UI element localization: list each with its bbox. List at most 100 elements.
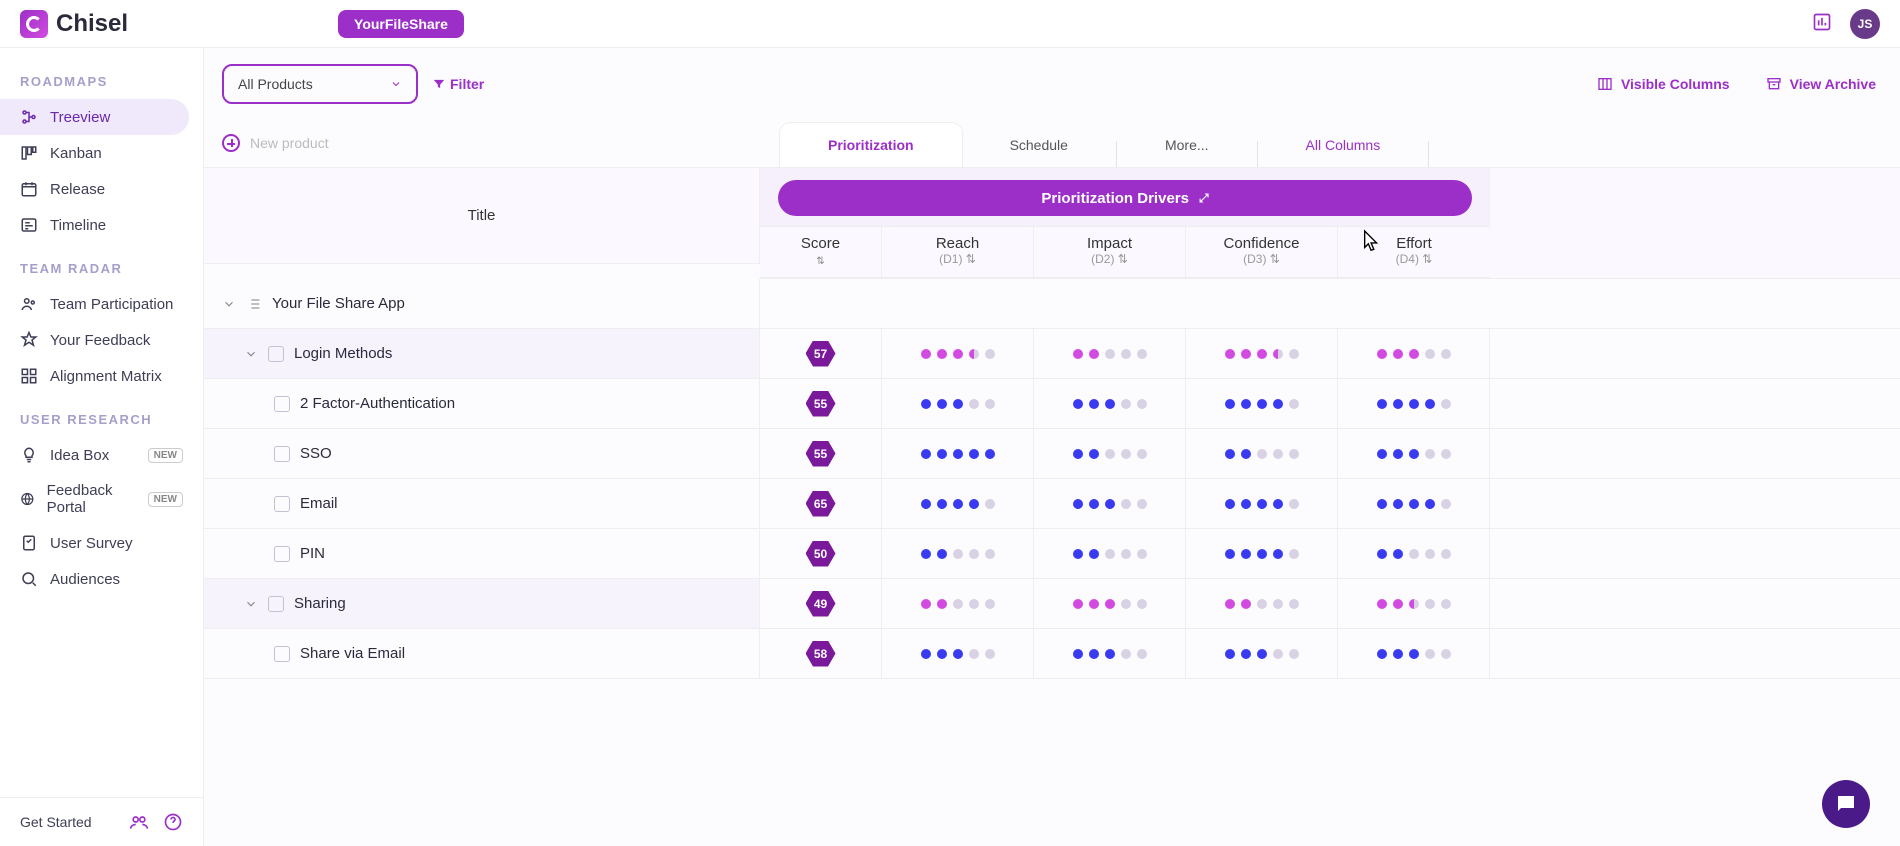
logo[interactable]: Chisel — [20, 10, 128, 38]
row-checkbox[interactable] — [268, 596, 284, 612]
impact-cell[interactable] — [1034, 329, 1186, 379]
reach-cell[interactable] — [882, 379, 1034, 429]
effort-cell[interactable] — [1338, 379, 1490, 429]
drivers-pill[interactable]: Prioritization Drivers ⤢ — [778, 180, 1472, 216]
confidence-cell[interactable] — [1186, 579, 1338, 629]
logo-mark-icon — [20, 10, 48, 38]
item-title[interactable]: PIN — [204, 529, 760, 579]
effort-cell[interactable] — [1338, 479, 1490, 529]
columns-icon — [1597, 76, 1613, 92]
nav-release[interactable]: Release — [0, 171, 203, 207]
group-title[interactable]: Login Methods — [204, 329, 760, 379]
row-label: 2 Factor-Authentication — [300, 395, 455, 412]
tree-root-title[interactable]: Your File Share App — [204, 279, 760, 329]
section-userresearch: USER RESEARCH — [0, 412, 203, 437]
row-checkbox[interactable] — [274, 646, 290, 662]
tab-all-columns[interactable]: All Columns — [1258, 123, 1429, 167]
impact-cell[interactable] — [1034, 629, 1186, 679]
team-icon[interactable] — [129, 812, 149, 832]
score-badge: 65 — [806, 491, 836, 517]
impact-cell[interactable] — [1034, 579, 1186, 629]
archive-icon — [1766, 76, 1782, 92]
tab-schedule[interactable]: Schedule — [962, 123, 1116, 167]
confidence-cell[interactable] — [1186, 329, 1338, 379]
filter-button[interactable]: Filter — [432, 76, 484, 92]
tab-more[interactable]: More... — [1117, 123, 1257, 167]
chat-fab[interactable] — [1822, 780, 1870, 828]
item-title[interactable]: SSO — [204, 429, 760, 479]
row-checkbox[interactable] — [274, 396, 290, 412]
row-label: Login Methods — [294, 345, 392, 362]
workspace-chip[interactable]: YourFileShare — [338, 10, 464, 38]
effort-cell[interactable] — [1338, 579, 1490, 629]
new-badge: NEW — [148, 492, 183, 507]
product-select[interactable]: All Products — [222, 64, 418, 104]
score-cell: 65 — [760, 479, 882, 529]
confidence-cell[interactable] — [1186, 479, 1338, 529]
confidence-cell[interactable] — [1186, 429, 1338, 479]
effort-cell[interactable] — [1338, 629, 1490, 679]
toolbar: All Products Filter Visible Columns View… — [204, 48, 1900, 119]
expand-icon: ⤢ — [1199, 191, 1209, 206]
score-badge: 49 — [806, 591, 836, 617]
confidence-cell[interactable] — [1186, 529, 1338, 579]
nav-idea-box[interactable]: Idea BoxNEW — [0, 437, 203, 473]
reach-cell[interactable] — [882, 579, 1034, 629]
nav-treeview[interactable]: Treeview — [0, 99, 189, 135]
list-icon — [246, 296, 262, 312]
impact-cell[interactable] — [1034, 379, 1186, 429]
reach-cell[interactable] — [882, 529, 1034, 579]
row-label: Share via Email — [300, 645, 405, 662]
confidence-cell[interactable] — [1186, 629, 1338, 679]
new-product-button[interactable]: New product — [204, 119, 760, 168]
avatar[interactable]: JS — [1850, 9, 1880, 39]
help-icon[interactable] — [163, 812, 183, 832]
col-impact[interactable]: Impact(D2) ⇅ — [1034, 227, 1186, 277]
col-effort[interactable]: Effort(D4) ⇅ — [1338, 227, 1490, 277]
score-cell: 55 — [760, 379, 882, 429]
col-score[interactable]: Score⇅ — [760, 227, 882, 277]
score-cell: 58 — [760, 629, 882, 679]
nav-kanban[interactable]: Kanban — [0, 135, 203, 171]
nav-user-survey[interactable]: User Survey — [0, 525, 203, 561]
col-reach[interactable]: Reach(D1) ⇅ — [882, 227, 1034, 277]
effort-cell[interactable] — [1338, 329, 1490, 379]
reach-cell[interactable] — [882, 629, 1034, 679]
nav-audiences[interactable]: Audiences — [0, 561, 203, 597]
treeview-grid: New product Prioritization Schedule More… — [204, 119, 1900, 679]
sidebar-footer: Get Started — [0, 797, 203, 846]
nav-timeline[interactable]: Timeline — [0, 207, 203, 243]
effort-cell[interactable] — [1338, 529, 1490, 579]
item-title[interactable]: Share via Email — [204, 629, 760, 679]
reach-cell[interactable] — [882, 479, 1034, 529]
chart-icon[interactable] — [1812, 12, 1832, 35]
row-checkbox[interactable] — [274, 496, 290, 512]
group-title[interactable]: Sharing — [204, 579, 760, 629]
get-started-link[interactable]: Get Started — [20, 814, 115, 830]
tab-prioritization[interactable]: Prioritization — [780, 123, 962, 167]
impact-cell[interactable] — [1034, 479, 1186, 529]
chevron-down-icon[interactable] — [244, 597, 258, 611]
row-checkbox[interactable] — [274, 546, 290, 562]
score-badge: 50 — [806, 541, 836, 567]
reach-cell[interactable] — [882, 429, 1034, 479]
row-checkbox[interactable] — [268, 346, 284, 362]
effort-cell[interactable] — [1338, 429, 1490, 479]
row-label: Email — [300, 495, 338, 512]
item-title[interactable]: Email — [204, 479, 760, 529]
nav-your-feedback[interactable]: Your Feedback — [0, 322, 203, 358]
reach-cell[interactable] — [882, 329, 1034, 379]
row-checkbox[interactable] — [274, 446, 290, 462]
nav-feedback-portal[interactable]: Feedback PortalNEW — [0, 473, 203, 525]
item-title[interactable]: 2 Factor-Authentication — [204, 379, 760, 429]
visible-columns-button[interactable]: Visible Columns — [1597, 76, 1730, 92]
confidence-cell[interactable] — [1186, 379, 1338, 429]
chevron-down-icon[interactable] — [222, 297, 236, 311]
view-archive-button[interactable]: View Archive — [1766, 76, 1876, 92]
nav-alignment-matrix[interactable]: Alignment Matrix — [0, 358, 203, 394]
chevron-down-icon[interactable] — [244, 347, 258, 361]
impact-cell[interactable] — [1034, 429, 1186, 479]
nav-team-participation[interactable]: Team Participation — [0, 286, 203, 322]
col-confidence[interactable]: Confidence(D3) ⇅ — [1186, 227, 1338, 277]
impact-cell[interactable] — [1034, 529, 1186, 579]
